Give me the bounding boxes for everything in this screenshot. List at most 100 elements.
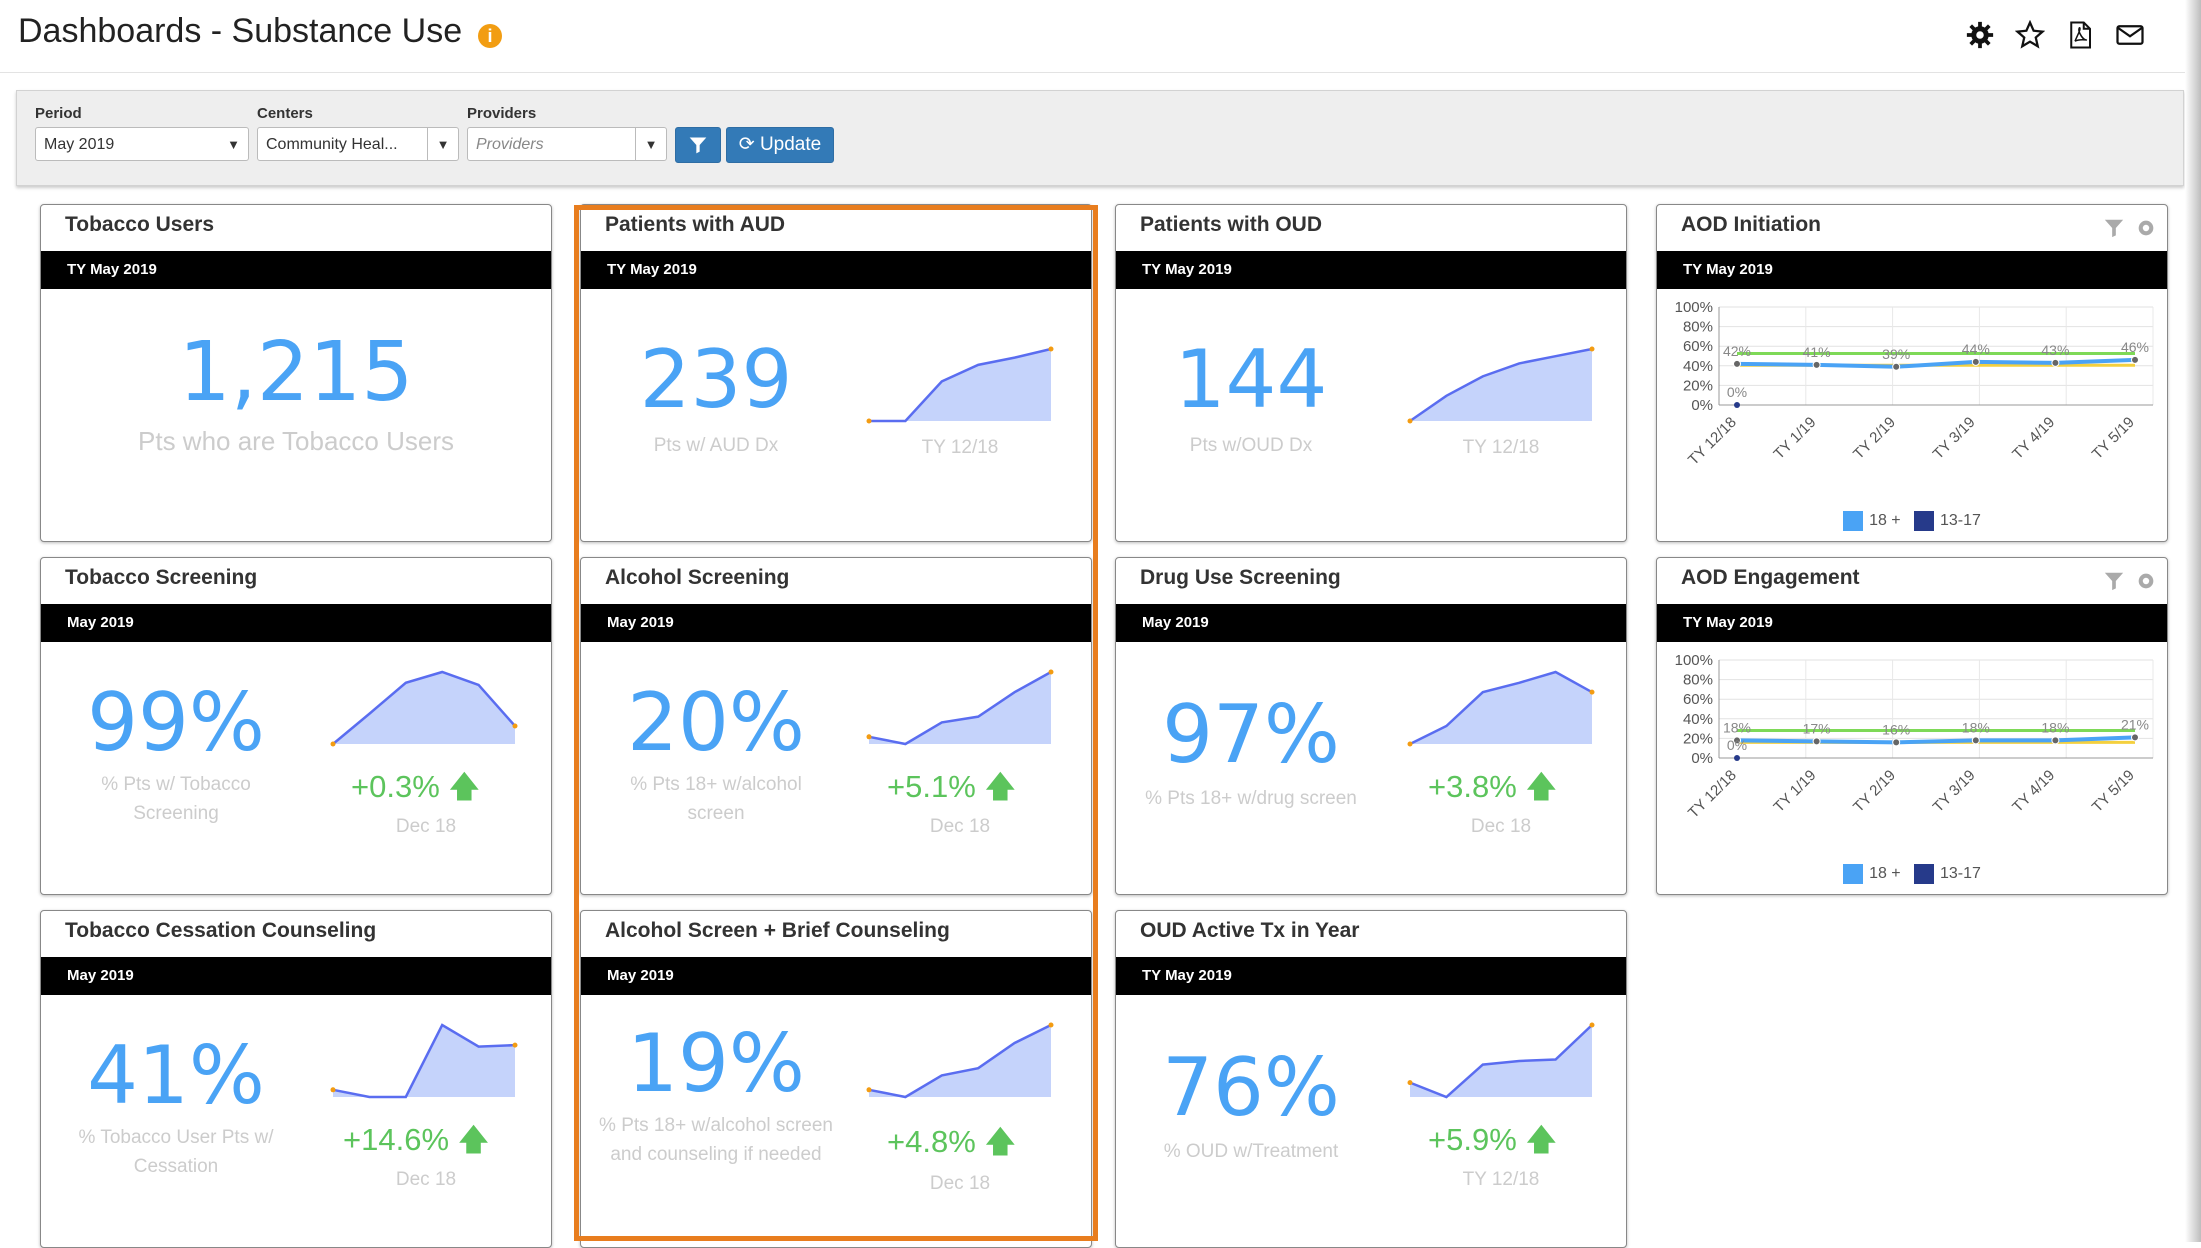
filter-funnel-icon[interactable] bbox=[2103, 570, 2125, 592]
card-patients-aud[interactable]: Patients with AUD TY May 2019 239 Pts w/… bbox=[580, 204, 1092, 542]
metric-value: 239 bbox=[639, 333, 793, 426]
sparkline-endpoint bbox=[330, 1087, 336, 1093]
card-alcohol-screening[interactable]: Alcohol Screening May 2019 20% % Pts 18+… bbox=[580, 557, 1092, 895]
chart-legend: 18 + 13-17 bbox=[1657, 511, 2167, 531]
data-point bbox=[1892, 362, 1901, 371]
metric-value: 19% bbox=[627, 1017, 805, 1110]
x-tick-label: TY 4/19 bbox=[2009, 414, 2058, 463]
comparison-period: TY 12/18 bbox=[1462, 1169, 1540, 1190]
y-tick-label: 60% bbox=[1683, 338, 1713, 355]
arrow-up-icon: 🡅 bbox=[984, 769, 1017, 804]
apply-filter-button[interactable] bbox=[675, 127, 721, 163]
settings-gear-icon[interactable] bbox=[2135, 570, 2157, 592]
card-tobacco-cessation[interactable]: Tobacco Cessation Counseling May 2019 41… bbox=[40, 910, 552, 1248]
sparkline-endpoint bbox=[512, 723, 518, 729]
filter-funnel-icon bbox=[689, 137, 707, 154]
data-label: 41% bbox=[1803, 344, 1831, 360]
card-period: TY May 2019 bbox=[1657, 251, 2167, 289]
sparkline-area bbox=[869, 1025, 1051, 1097]
favorite-star-icon[interactable] bbox=[2015, 20, 2045, 50]
delta-text: +3.8% bbox=[1428, 769, 1517, 804]
arrow-up-icon: 🡅 bbox=[1525, 769, 1558, 804]
card-patients-oud[interactable]: Patients with OUD TY May 2019 144 Pts w/… bbox=[1115, 204, 1627, 542]
period-select[interactable]: May 2019 ▼ bbox=[35, 127, 249, 161]
providers-label: Providers bbox=[467, 105, 537, 122]
data-label: 0% bbox=[1727, 384, 1747, 400]
sparkline-area bbox=[869, 349, 1051, 421]
card-tools bbox=[2103, 570, 2157, 592]
card-period: May 2019 bbox=[1116, 604, 1626, 642]
metric-subtitle: % Tobacco User Pts w/ Cessation bbox=[78, 1127, 274, 1177]
card-period: May 2019 bbox=[41, 957, 551, 995]
metric-subtitle: Pts w/ AUD Dx bbox=[653, 435, 779, 456]
caret-down-icon[interactable]: ▼ bbox=[427, 128, 458, 160]
card-period: May 2019 bbox=[581, 604, 1091, 642]
card-title: AOD Initiation bbox=[1681, 213, 1821, 236]
card-title: Alcohol Screening bbox=[605, 566, 790, 589]
card-period: TY May 2019 bbox=[41, 251, 551, 289]
sparkline-endpoint bbox=[512, 1042, 518, 1048]
comparison-period: Dec 18 bbox=[929, 1173, 991, 1194]
card-aod-initiation[interactable]: AOD Initiation TY May 2019 100% 80% 60% 40%… bbox=[1656, 204, 2168, 542]
data-label: 43% bbox=[2041, 342, 2069, 358]
metric-subtitle: % Pts 18+ w/alcohol screen bbox=[630, 774, 802, 824]
data-point bbox=[1734, 402, 1740, 408]
delta-text: +14.6% bbox=[343, 1122, 450, 1157]
info-icon[interactable]: i bbox=[478, 24, 502, 48]
delta-value: +4.8% 🡅 bbox=[887, 1119, 1016, 1172]
sparkline-chart bbox=[1407, 1022, 1595, 1099]
settings-gear-icon[interactable] bbox=[1965, 20, 1995, 50]
data-label: 44% bbox=[1962, 341, 1990, 357]
legend-label: 18 + bbox=[1869, 512, 1901, 530]
card-title: Tobacco Screening bbox=[65, 566, 258, 589]
sparkline-chart bbox=[1407, 670, 1595, 747]
filter-funnel-icon[interactable] bbox=[2103, 217, 2125, 239]
caret-down-icon[interactable]: ▼ bbox=[635, 128, 666, 160]
sparkline-endpoint bbox=[866, 418, 872, 424]
metric-value: 99% bbox=[87, 676, 265, 769]
card-tobacco-screening[interactable]: Tobacco Screening May 2019 99% % Pts w/ … bbox=[40, 557, 552, 895]
card-tobacco-users[interactable]: Tobacco Users TY May 2019 1,215 Pts who … bbox=[40, 204, 552, 542]
settings-gear-icon[interactable] bbox=[2135, 217, 2157, 239]
data-point bbox=[1971, 736, 1980, 745]
data-label: 16% bbox=[1882, 721, 1910, 737]
card-aod-engagement[interactable]: AOD Engagement TY May 2019 100% 80% 60% 40%… bbox=[1656, 557, 2168, 895]
caret-down-icon: ▼ bbox=[227, 137, 240, 152]
data-label: 18% bbox=[1962, 719, 1990, 735]
card-period: May 2019 bbox=[581, 957, 1091, 995]
data-point bbox=[2131, 355, 2139, 364]
providers-select[interactable]: Providers ▼ bbox=[467, 127, 667, 161]
x-tick-label: TY 2/19 bbox=[1850, 414, 1899, 463]
sparkline-endpoint bbox=[1048, 669, 1054, 675]
card-alcohol-brief-counseling[interactable]: Alcohol Screen + Brief Counseling May 20… bbox=[580, 910, 1092, 1248]
comparison-period: Dec 18 bbox=[929, 816, 991, 837]
period-label: Period bbox=[35, 105, 82, 122]
arrow-up-icon: 🡅 bbox=[984, 1124, 1017, 1159]
metric-subtitle: Pts who are Tobacco Users bbox=[138, 426, 454, 456]
sparkline-endpoint bbox=[1407, 418, 1413, 424]
comparison-period: Dec 18 bbox=[395, 816, 457, 837]
data-point bbox=[2131, 733, 2139, 742]
pdf-export-icon[interactable] bbox=[2065, 20, 2095, 50]
data-point bbox=[1733, 359, 1741, 368]
metric-subtitle: % Pts w/ Tobacco Screening bbox=[101, 774, 251, 824]
sparkline-endpoint bbox=[866, 734, 872, 740]
centers-label: Centers bbox=[257, 105, 313, 122]
metric-value: 76% bbox=[1162, 1041, 1340, 1134]
arrow-up-icon: 🡅 bbox=[457, 1122, 490, 1157]
data-point bbox=[1812, 360, 1821, 369]
card-oud-active-tx[interactable]: OUD Active Tx in Year TY May 2019 76% % … bbox=[1115, 910, 1627, 1248]
update-button[interactable]: ⟳ Update bbox=[726, 127, 834, 163]
period-value: May 2019 bbox=[44, 136, 115, 153]
x-tick-label: TY 5/19 bbox=[2089, 767, 2138, 816]
y-tick-label: 0% bbox=[1691, 397, 1713, 414]
comparison-period: Dec 18 bbox=[1470, 816, 1532, 837]
sparkline-area bbox=[1410, 672, 1592, 744]
email-icon[interactable] bbox=[2115, 20, 2145, 50]
window-edge-shadow bbox=[2185, 0, 2201, 1242]
comparison-period: TY 12/18 bbox=[921, 437, 999, 458]
data-label: 18% bbox=[2041, 719, 2069, 735]
centers-select[interactable]: Community Heal... ▼ bbox=[257, 127, 459, 161]
card-drug-screening[interactable]: Drug Use Screening May 2019 97% % Pts 18… bbox=[1115, 557, 1627, 895]
data-label: 18% bbox=[1723, 719, 1751, 735]
